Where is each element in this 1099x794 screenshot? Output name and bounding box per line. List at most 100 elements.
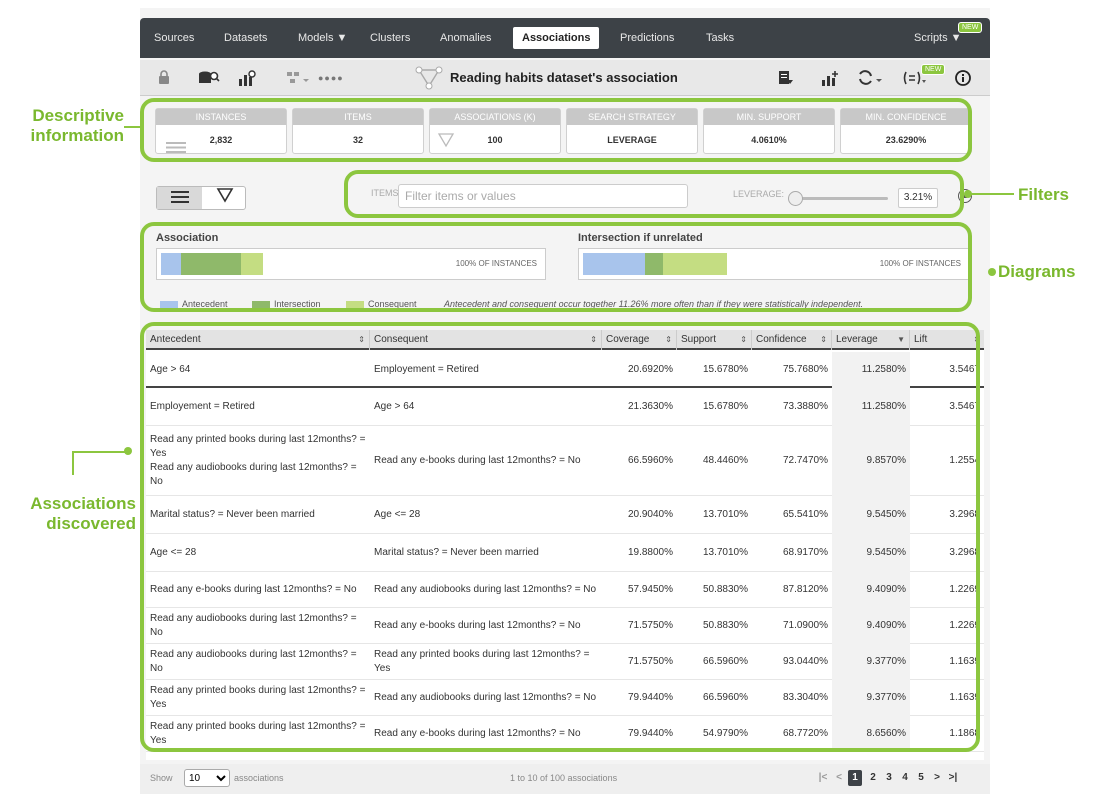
instances-value: 2,832 [209,135,233,145]
nav-tasks[interactable]: Tasks [706,18,734,58]
annotation-connector [72,451,128,453]
antecedent-segment [161,253,181,275]
annotation-connector [970,193,1014,195]
sort-icon: ⇕ [590,335,597,344]
consequent-cell: Read any e-books during last 12months? =… [374,455,581,466]
chevron-down-icon: ▼ [336,32,348,44]
table-row[interactable]: Age > 64 Employement = Retired 20.6920% 15.… [146,352,984,388]
info-icon[interactable] [955,70,971,90]
model-type-icon[interactable] [286,70,310,90]
nav-predictions[interactable]: Predictions [620,18,674,58]
list-view-button[interactable] [157,187,202,209]
consequent-segment [663,253,727,275]
nav-scripts[interactable]: Scripts ▼ [914,18,962,58]
annotation-connector [72,451,74,475]
coverage-cell: 71.5750% [627,620,673,631]
nav-datasets[interactable]: Datasets [224,18,267,58]
nav-associations[interactable]: Associations [513,27,600,49]
column-consequent[interactable]: Consequent ⇕ [370,330,602,350]
items-filter-input[interactable] [398,184,688,208]
leverage-value[interactable]: 3.21% [898,188,938,208]
column-antecedent[interactable]: Antecedent ⇕ [146,330,370,350]
page-5[interactable]: 5 [914,770,928,786]
dataset-search-icon[interactable] [198,70,220,90]
coverage-cell: 20.9040% [627,509,673,520]
nav-anomalies[interactable]: Anomalies [440,18,491,58]
show-label: Show [150,773,173,783]
antecedent-cell: Marital status? = Never been married [150,509,315,520]
nav-clusters[interactable]: Clusters [370,18,410,58]
prev-page-icon[interactable]: < [832,770,846,786]
antecedent-cell: Employement = Retired [150,401,255,412]
add-chart-icon[interactable] [821,70,839,90]
filter-bar: ITEMS: LEVERAGE: 3.21% ▲ [140,176,990,220]
legend-consequent: Consequent [346,299,417,309]
column-coverage[interactable]: Coverage ⇕ [602,330,677,350]
instances-percent-label: 100% OF INSTANCES [879,259,961,268]
bar-chart-search-icon[interactable] [238,70,258,90]
antecedent-cell: Age <= 28 [150,547,197,558]
leverage-slider[interactable] [788,191,888,206]
table-row[interactable]: Read any printed books during last 12mon… [146,716,984,752]
next-page-icon[interactable]: > [930,770,944,786]
antecedent-cell: Age > 64 [150,364,191,375]
table-row[interactable]: Marital status? = Never been married Age … [146,496,984,534]
table-row[interactable]: Read any audiobooks during last 12months… [146,608,984,644]
page-1[interactable]: 1 [848,770,862,786]
consequent-cell: Read any e-books during last 12months? =… [374,728,581,739]
lock-icon[interactable] [158,70,170,88]
coverage-cell: 57.9450% [627,584,673,595]
confidence-cell: 71.0900% [782,620,828,631]
lift-cell: 1.1868 [949,728,980,739]
more-dots-icon[interactable]: ●●●● [318,70,344,86]
first-page-icon[interactable]: |< [816,770,830,786]
slider-handle[interactable] [788,191,803,206]
items-value: 32 [352,135,363,145]
new-badge: NEW [921,64,946,75]
annotation-dot [124,447,132,455]
table-header: Antecedent ⇕ Consequent ⇕ Coverage ⇕ Suppor… [146,330,984,350]
column-leverage[interactable]: Leverage ▼ [832,330,910,350]
table-row[interactable]: Read any printed books during last 12mon… [146,680,984,716]
support-cell: 13.7010% [702,509,748,520]
coverage-cell: 71.5750% [627,656,673,667]
table-row[interactable]: Read any printed books during last 12mon… [146,426,984,496]
table-row[interactable]: Employement = Retired Age > 64 21.3630% 15.… [146,388,984,426]
associations-table: Antecedent ⇕ Consequent ⇕ Coverage ⇕ Suppor… [146,330,984,760]
confidence-cell: 87.8120% [782,584,828,595]
table-row[interactable]: Age <= 28 Marital status? = Never been ma… [146,534,984,572]
column-confidence[interactable]: Confidence ⇕ [752,330,832,350]
card-value: 2,832 [156,125,286,155]
consequent-segment [241,253,263,275]
sort-desc-icon: ▼ [897,335,905,344]
last-page-icon[interactable]: >| [946,770,960,786]
table-row[interactable]: Read any audiobooks during last 12months… [146,644,984,680]
card-header: MIN. SUPPORT [704,109,834,125]
lift-cell: 3.2968 [949,509,980,520]
support-cell: 66.5960% [702,656,748,667]
resource-toolbar: ●●●● Reading habits dataset's associatio… [140,60,990,96]
nav-sources[interactable]: Sources [154,18,194,58]
legend-intersection: Intersection [252,299,321,309]
refresh-menu-icon[interactable] [857,70,883,90]
intersection-diagram-title: Intersection if unrelated [578,232,703,244]
column-support[interactable]: Support ⇕ [677,330,752,350]
card-instances: INSTANCES 2,832 [155,108,287,154]
download-report-icon[interactable] [777,70,793,90]
lift-cell: 1.2269 [949,584,980,595]
page-2[interactable]: 2 [866,770,880,786]
page-3[interactable]: 3 [882,770,896,786]
page-size-label: associations [234,773,284,783]
nav-models[interactable]: Models ▼ [298,18,347,58]
page-4[interactable]: 4 [898,770,912,786]
diagrams-panel: Association 100% OF INSTANCES Intersecti… [140,228,990,318]
card-min-confidence: MIN. CONFIDENCE 23.6290% [840,108,972,154]
page-size-select[interactable]: 10 [184,769,230,787]
graph-view-button[interactable] [202,187,247,209]
column-lift[interactable]: Lift ⇕ [910,330,984,350]
consequent-cell: Marital status? = Never been married [374,547,539,558]
leverage-cell: 8.6560% [832,716,910,752]
support-cell: 48.4460% [702,455,748,466]
table-row[interactable]: Read any e-books during last 12months? =… [146,572,984,608]
leverage-cell: 9.3770% [832,644,910,680]
